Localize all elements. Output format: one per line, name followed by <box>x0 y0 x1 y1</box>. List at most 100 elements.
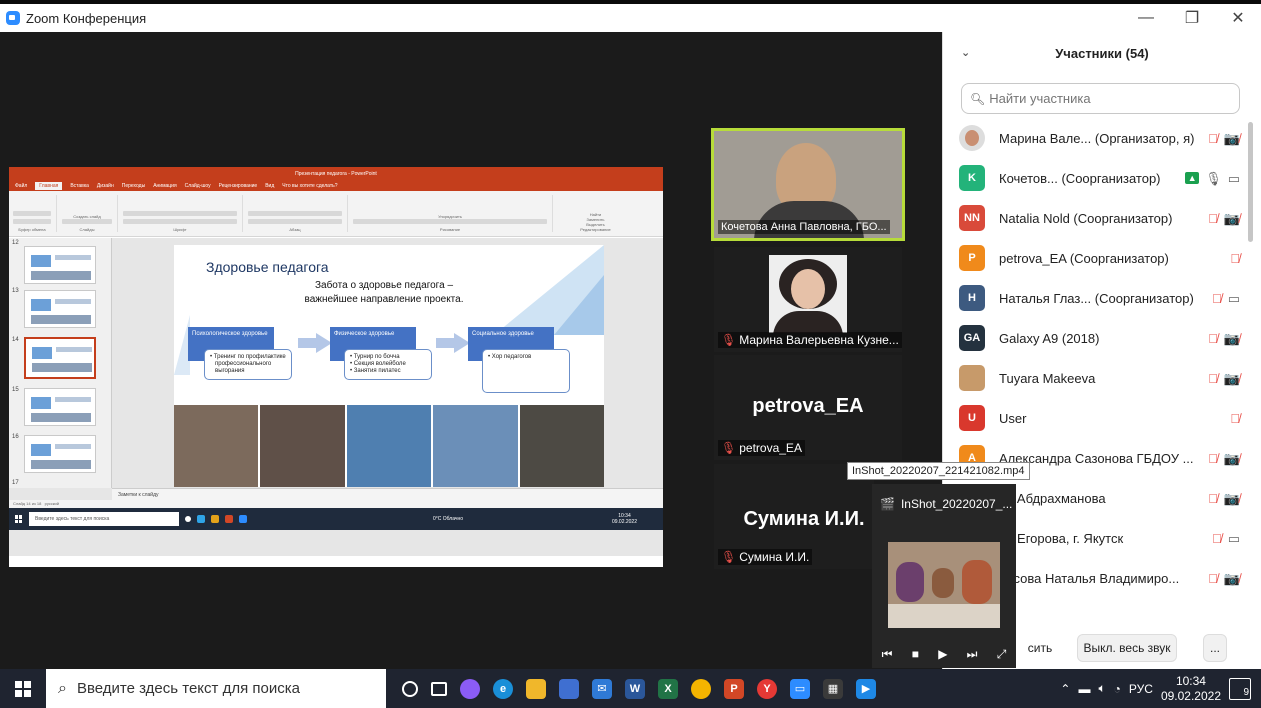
slide-thumbnail-selected[interactable] <box>24 337 96 379</box>
video-player-icon[interactable]: ▶ <box>856 678 876 699</box>
ppt-tab-home[interactable]: Главная <box>35 181 63 190</box>
shared-screen[interactable]: Презентация педагога - PowerPoint Файл Г… <box>9 167 663 567</box>
participant-search-input[interactable] <box>989 91 1230 106</box>
search-icon: ⌕ <box>58 679 67 697</box>
taskbar-apps: e ✉ W X P Y ▭ ▦ ▶ <box>402 678 876 699</box>
mic-off-icon[interactable]: 🎙̸ <box>1208 452 1218 465</box>
word-icon[interactable]: W <box>625 678 645 699</box>
mic-off-icon[interactable]: 🎙̸ <box>1230 252 1240 265</box>
mail-icon[interactable]: ✉ <box>592 678 612 699</box>
edge-icon[interactable]: e <box>493 678 513 699</box>
avatar: H <box>959 285 985 311</box>
mute-all-button[interactable]: Выкл. весь звук <box>1077 634 1177 662</box>
participant-row[interactable]: GA Galaxy A9 (2018) 🎙̸ 📷̸ <box>943 318 1248 358</box>
excel-icon[interactable]: X <box>658 678 678 699</box>
camera-off-icon[interactable]: 📷̸ <box>1224 332 1240 345</box>
chevron-down-icon[interactable]: ⌄ <box>961 46 970 59</box>
start-button[interactable] <box>0 680 46 697</box>
wifi-icon[interactable]: ◔ <box>1114 682 1121 696</box>
invite-button[interactable]: сить <box>1019 634 1061 662</box>
mic-off-icon[interactable]: 🎙̸ <box>1208 332 1218 345</box>
ppt-tab[interactable]: Вставка <box>70 183 89 189</box>
ribbon-group: Буфер обмена <box>13 195 57 232</box>
battery-icon[interactable]: ▬ <box>1078 682 1090 696</box>
participant-row[interactable]: U User 🎙̸ <box>943 398 1248 438</box>
camera-icon[interactable]: ▭ <box>1228 172 1240 185</box>
participant-row[interactable]: Марина Вале... (Организатор, я) 🎙̸ 📷̸ <box>943 118 1248 158</box>
mic-off-icon[interactable]: 🎙̸ <box>1208 132 1218 145</box>
ppt-tell-me[interactable]: Что вы хотите сделать? <box>282 183 337 189</box>
ppt-tab[interactable]: Дизайн <box>97 183 114 189</box>
mic-off-icon[interactable]: 🎙̸ <box>1230 412 1240 425</box>
mic-off-icon[interactable]: 🎙̸ <box>1208 212 1218 225</box>
stop-icon[interactable]: ■ <box>912 647 919 662</box>
ppt-tab[interactable]: Переходы <box>122 183 145 189</box>
video-tile[interactable]: petrova_EA 🎙 petrova_EA <box>714 355 902 460</box>
fullscreen-icon[interactable]: ⤢ <box>997 647 1007 662</box>
yandex-browser-icon[interactable]: Y <box>757 678 777 699</box>
media-player-window[interactable]: 🎬 InShot_20220207_... ⏮ ■ ▶ ⏭ ⤢ <box>872 484 1016 668</box>
ppt-tab[interactable]: Слайд-шоу <box>185 183 211 189</box>
volume-icon[interactable]: 🔈︎ <box>1098 681 1105 696</box>
camera-off-icon[interactable]: 📷̸ <box>1224 492 1240 505</box>
skip-forward-icon[interactable]: ⏭ <box>967 647 978 662</box>
camera-off-icon[interactable]: 📷̸ <box>1224 212 1240 225</box>
camera-off-icon[interactable]: 📷̸ <box>1224 452 1240 465</box>
notifications-icon[interactable]: 9 <box>1229 677 1251 700</box>
restore-button[interactable]: ❐ <box>1169 4 1215 32</box>
slide-notes[interactable]: Заметки к слайду <box>112 488 663 500</box>
participant-row[interactable]: NN Natalia Nold (Соорганизатор) 🎙̸ 📷̸ <box>943 198 1248 238</box>
cortana-icon[interactable] <box>402 680 418 697</box>
camera-icon[interactable]: ▭ <box>1228 532 1240 545</box>
slide-thumbnail[interactable] <box>24 435 96 473</box>
ppt-tab[interactable]: Рецензирование <box>219 183 258 189</box>
mic-icon[interactable]: 🎙 <box>1205 172 1222 185</box>
participant-row[interactable]: K Кочетов... (Соорганизатор) ▲ 🎙 ▭ <box>943 158 1248 198</box>
chevron-up-icon[interactable]: ⌃ <box>1060 682 1070 696</box>
camera-off-icon[interactable]: 📷̸ <box>1224 572 1240 585</box>
play-icon[interactable]: ▶ <box>938 647 947 662</box>
camera-icon[interactable]: ▭ <box>1228 292 1240 305</box>
zoom-icon[interactable]: ▭ <box>790 678 810 699</box>
file-explorer-icon[interactable] <box>526 678 546 699</box>
minimize-button[interactable]: — <box>1123 4 1169 32</box>
video-tile[interactable]: 🎙 Марина Валерьевна Кузне... <box>714 247 902 352</box>
media-player-icon[interactable]: ▦ <box>823 678 843 699</box>
taskbar-clock[interactable]: 10:34 09.02.2022 <box>1161 674 1221 704</box>
slide-thumbnail[interactable] <box>24 290 96 328</box>
ppt-title-bar: Презентация педагога - PowerPoint <box>9 167 663 180</box>
chrome-icon[interactable] <box>691 678 711 699</box>
system-tray: ⌃ ▬ 🔈︎ ◔ РУС 10:34 09.02.2022 9 <box>1060 669 1261 708</box>
participant-search[interactable]: 🔍︎ <box>961 83 1240 114</box>
player-video[interactable] <box>888 542 1000 628</box>
video-tile-active-speaker[interactable]: Кочетова Анна Павловна, ГБО... <box>711 128 905 241</box>
more-button[interactable]: ... <box>1203 634 1227 662</box>
camera-off-icon[interactable]: 📷̸ <box>1224 132 1240 145</box>
participant-row[interactable]: H Наталья Глаз... (Соорганизатор) 🎙̸ ▭ <box>943 278 1248 318</box>
mic-off-icon[interactable]: 🎙̸ <box>1208 572 1218 585</box>
input-language[interactable]: РУС <box>1129 682 1153 696</box>
ppt-tab[interactable]: Анимация <box>153 183 176 189</box>
slide-thumbnail[interactable] <box>24 388 96 426</box>
alice-icon[interactable] <box>460 678 480 699</box>
mic-off-icon[interactable]: 🎙̸ <box>1212 532 1222 545</box>
mic-off-icon[interactable]: 🎙̸ <box>1212 292 1222 305</box>
participant-row[interactable]: P petrova_EA (Соорганизатор) 🎙̸ <box>943 238 1248 278</box>
ppt-tab[interactable]: Вид <box>265 183 274 189</box>
powerpoint-icon[interactable]: P <box>724 678 744 699</box>
store-icon[interactable] <box>559 678 579 699</box>
mic-off-icon[interactable]: 🎙̸ <box>1208 372 1218 385</box>
skip-back-icon[interactable]: ⏮ <box>882 647 893 662</box>
task-view-icon[interactable] <box>431 681 447 696</box>
participant-scrollbar[interactable] <box>1248 122 1253 242</box>
close-button[interactable]: ✕ <box>1215 4 1261 32</box>
slide-canvas[interactable]: Здоровье педагога Забота о здоровье педа… <box>174 245 604 487</box>
block-items: Турнир по бочча Секция волейболе Занятия… <box>344 349 432 380</box>
participant-row[interactable]: Tuyara Makeeva 🎙̸ 📷̸ <box>943 358 1248 398</box>
slide-thumbnail[interactable] <box>24 246 96 284</box>
player-controls: ⏮ ■ ▶ ⏭ ⤢ <box>872 647 1016 662</box>
ppt-tab[interactable]: Файл <box>15 183 27 189</box>
camera-off-icon[interactable]: 📷̸ <box>1224 372 1240 385</box>
mic-off-icon[interactable]: 🎙̸ <box>1208 492 1218 505</box>
taskbar-search[interactable]: ⌕ Введите здесь текст для поиска <box>46 669 386 708</box>
